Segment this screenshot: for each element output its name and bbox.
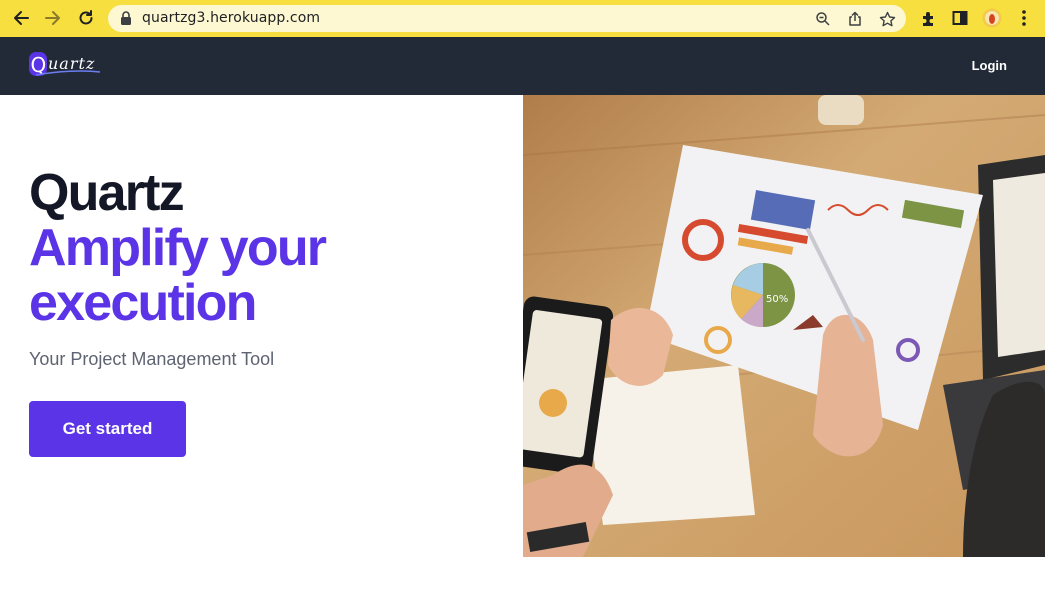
hero-heading: Quartz Amplify your execution: [29, 166, 509, 331]
get-started-button[interactable]: Get started: [29, 401, 186, 457]
sidepanel-icon[interactable]: [950, 8, 970, 28]
url-text: quartzg3.herokuapp.com: [142, 10, 321, 26]
hero-photo: 50%: [523, 95, 1045, 557]
share-icon[interactable]: [846, 10, 864, 28]
hero-title: Quartz: [29, 164, 185, 222]
quartz-logo[interactable]: Q uartz: [28, 51, 104, 81]
bookmark-star-icon[interactable]: [878, 10, 896, 28]
pie-label: 50%: [766, 294, 788, 305]
zoom-icon[interactable]: [814, 10, 832, 28]
svg-text:uartz: uartz: [48, 54, 95, 73]
hero-tagline: Your Project Management Tool: [29, 349, 275, 369]
reload-icon[interactable]: [75, 7, 97, 29]
address-bar[interactable]: quartzg3.herokuapp.com: [108, 5, 906, 32]
browser-toolbar: quartzg3.herokuapp.com: [0, 0, 1045, 37]
forward-icon[interactable]: [42, 7, 64, 29]
login-link[interactable]: Login: [972, 58, 1007, 73]
hero-subtitle-line1: Amplify your: [29, 219, 327, 277]
profile-avatar[interactable]: [982, 8, 1002, 28]
back-icon[interactable]: [10, 7, 32, 29]
hero-subtitle-line2: execution: [29, 274, 257, 332]
menu-kebab-icon[interactable]: [1014, 8, 1034, 28]
extensions-icon[interactable]: [918, 8, 938, 28]
site-navbar: Q uartz Login: [0, 37, 1045, 95]
lock-icon: [120, 11, 132, 30]
